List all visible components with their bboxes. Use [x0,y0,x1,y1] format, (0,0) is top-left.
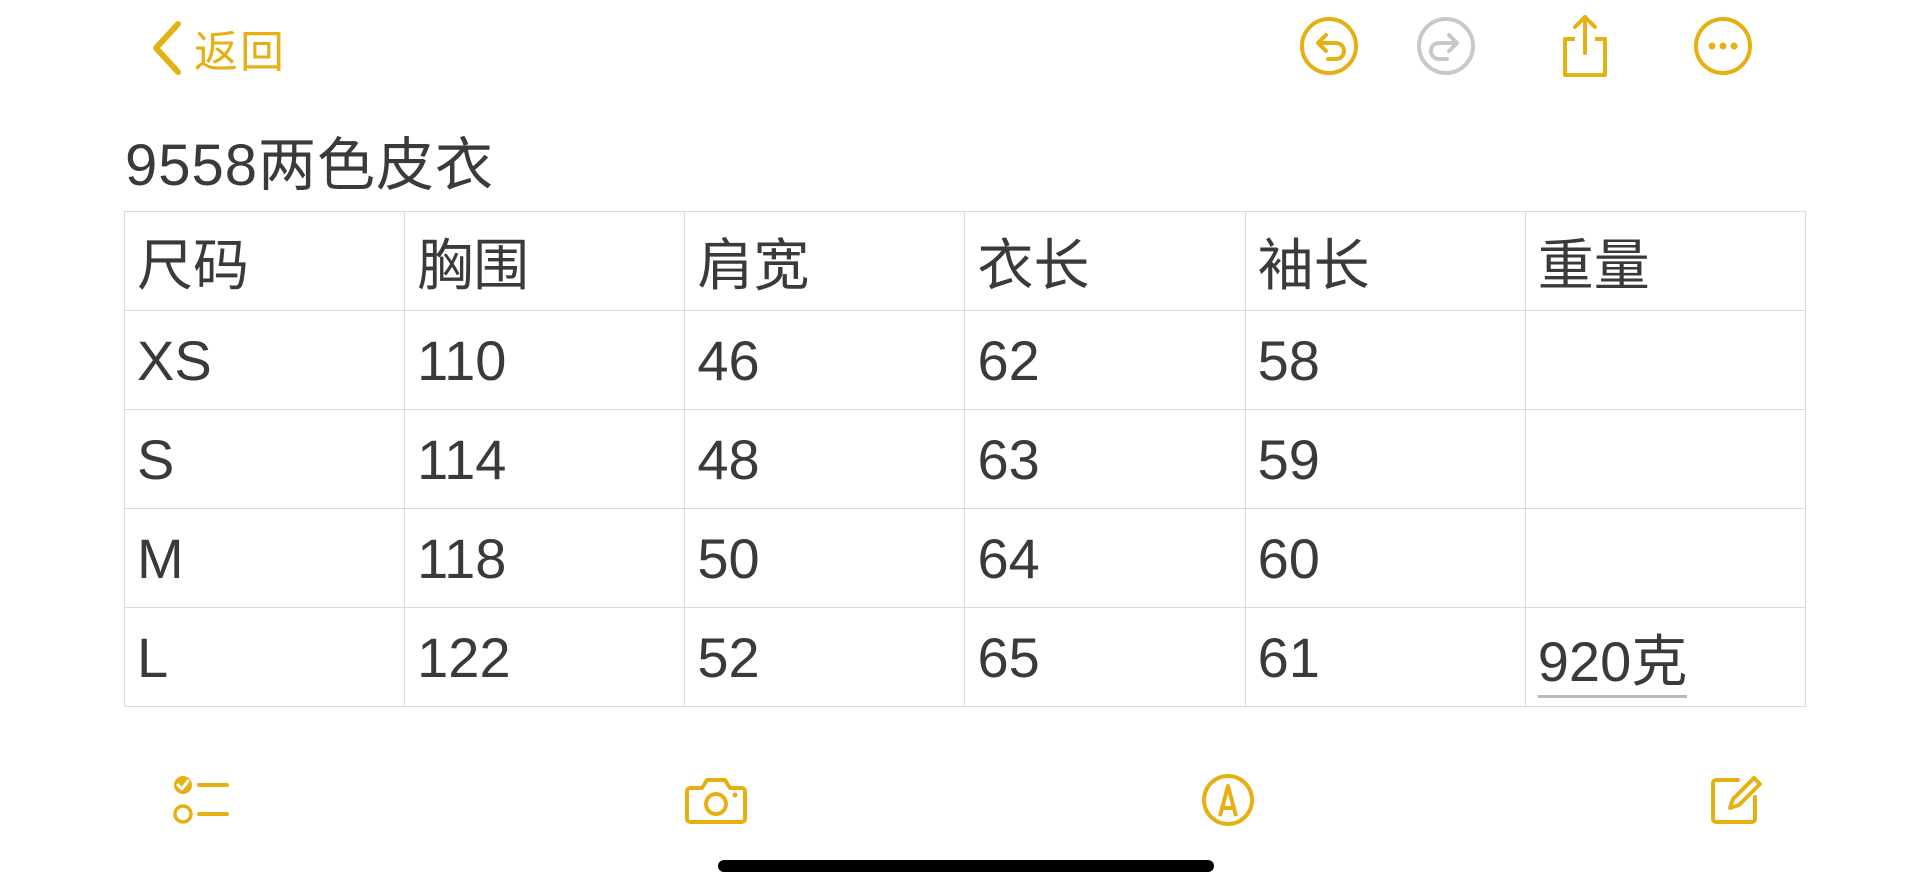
more-button[interactable] [1691,14,1755,78]
table-cell[interactable]: 110 [404,310,686,410]
table-header-cell[interactable]: 肩宽 [684,211,966,311]
chevron-left-icon [150,20,184,76]
size-table[interactable]: 尺码 胸围 肩宽 衣长 袖长 重量 XS 110 46 62 58 S 114 … [123,211,1807,707]
table-cell[interactable] [1524,508,1807,608]
markup-button[interactable] [1192,770,1264,834]
table-cell[interactable]: XS [123,310,406,410]
table-cell[interactable]: 59 [1244,409,1526,509]
more-icon [1692,15,1754,77]
table-cell[interactable]: S [123,409,406,509]
markup-icon [1200,772,1256,833]
table-cell[interactable]: 58 [1244,310,1526,410]
compose-icon [1708,772,1764,833]
share-icon [1557,13,1613,79]
table-cell[interactable]: 65 [964,607,1246,707]
table-cell[interactable]: 52 [684,607,966,707]
table-cell[interactable]: 62 [964,310,1246,410]
table-header-cell[interactable]: 重量 [1524,211,1807,311]
undo-button[interactable] [1297,14,1361,78]
note-title[interactable]: 9558两色皮衣 [125,118,494,202]
table-cell[interactable]: 61 [1244,607,1526,707]
table-cell[interactable]: 48 [684,409,966,509]
home-indicator[interactable] [718,860,1214,872]
table-cell[interactable]: 60 [1244,508,1526,608]
camera-icon [684,774,748,831]
table-cell[interactable]: 920克 [1524,607,1807,707]
table-header-cell[interactable]: 尺码 [123,211,406,311]
table-row: XS 110 46 62 58 [123,310,1807,410]
table-row: M 118 50 64 60 [123,508,1807,608]
table-row: S 114 48 63 59 [123,409,1807,509]
table-cell[interactable]: 118 [404,508,686,608]
table-header-cell[interactable]: 衣长 [964,211,1246,311]
table-header-cell[interactable]: 袖长 [1244,211,1526,311]
table-cell[interactable]: L [123,607,406,707]
back-label: 返回 [194,28,286,77]
checklist-button[interactable] [166,770,238,834]
undo-icon [1298,15,1360,77]
checklist-icon [171,772,233,833]
table-cell[interactable]: 122 [404,607,686,707]
table-cell[interactable]: 46 [684,310,966,410]
notes-screen: 返回 9558两色皮衣 尺码 胸围 肩宽 衣长 袖长 重量 XS 110 46 … [0,0,1920,885]
camera-button[interactable] [680,770,752,834]
back-button[interactable]: 返回 [150,18,286,78]
redo-icon [1415,15,1477,77]
share-button[interactable] [1553,14,1617,78]
table-header-row: 尺码 胸围 肩宽 衣长 袖长 重量 [123,211,1807,311]
table-cell[interactable]: M [123,508,406,608]
table-row: L 122 52 65 61 920克 [123,607,1807,707]
table-cell[interactable]: 63 [964,409,1246,509]
weight-detected-link[interactable]: 920克 [1537,629,1688,698]
table-cell[interactable]: 50 [684,508,966,608]
table-cell[interactable]: 64 [964,508,1246,608]
table-cell[interactable]: 114 [404,409,686,509]
table-header-cell[interactable]: 胸围 [404,211,686,311]
redo-button[interactable] [1414,14,1478,78]
table-cell[interactable] [1524,409,1807,509]
compose-button[interactable] [1700,770,1772,834]
table-cell[interactable] [1524,310,1807,410]
